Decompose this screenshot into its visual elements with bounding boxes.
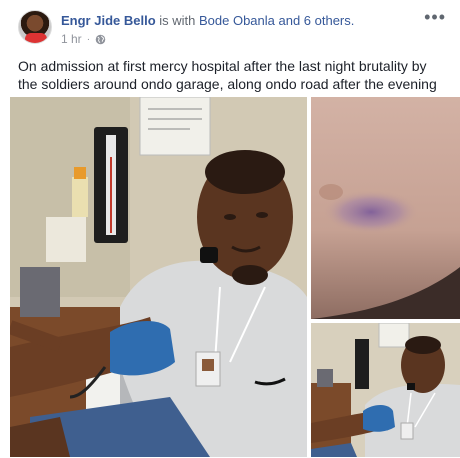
man-on-drip-photo[interactable]	[10, 97, 307, 457]
post-meta: 1 hr ·	[61, 32, 106, 46]
tagged-people-link[interactable]: Bode Obanla and 6 others.	[199, 13, 354, 28]
author-name-link[interactable]: Engr Jide Bello	[61, 13, 156, 28]
bruise-closeup-photo[interactable]	[311, 97, 460, 319]
more-options-icon[interactable]: •••	[424, 8, 446, 26]
avatar[interactable]	[18, 10, 52, 44]
timestamp-link[interactable]: 1 hr	[61, 32, 82, 46]
author-line: Engr Jide Bello is with Bode Obanla and …	[61, 13, 354, 28]
post-header: Engr Jide Bello is with Bode Obanla and …	[0, 0, 460, 54]
globe-icon[interactable]	[95, 34, 106, 45]
photo-grid	[10, 97, 460, 457]
meta-separator: ·	[86, 33, 91, 45]
with-text: is with	[155, 13, 199, 28]
man-bp-check-photo[interactable]	[311, 323, 460, 457]
